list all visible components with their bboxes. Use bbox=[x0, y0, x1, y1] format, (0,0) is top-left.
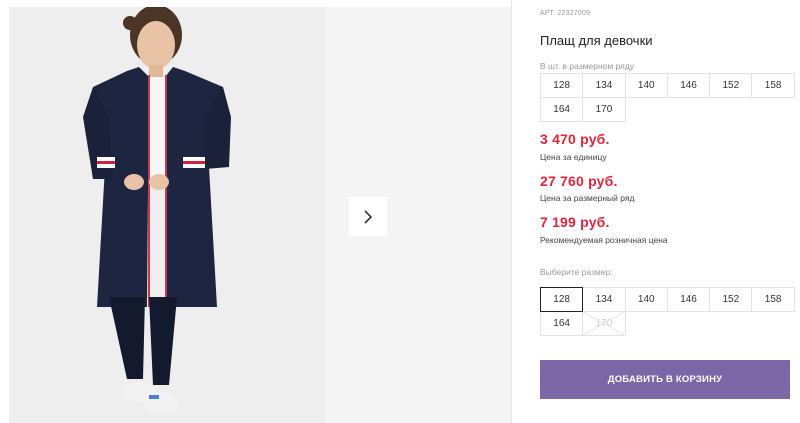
unit-price: 3 470 руб. bbox=[540, 131, 610, 147]
product-photo[interactable] bbox=[9, 7, 325, 423]
size-select-grid: 128 134 140 146 152 158 164 170 bbox=[540, 287, 795, 336]
chevron-right-icon bbox=[364, 209, 373, 224]
size-option-unavailable: 170 bbox=[582, 311, 626, 336]
size-select-label: Выберите размер: bbox=[540, 267, 613, 277]
size-option[interactable]: 140 bbox=[624, 287, 668, 312]
pack-size-cell: 170 bbox=[582, 97, 626, 122]
pack-sizes-label: В шт. в размерном ряду bbox=[540, 61, 635, 71]
pack-price-label: Цена за размерный ряд bbox=[540, 193, 635, 203]
product-title: Плащ для девочки bbox=[540, 33, 653, 48]
size-option[interactable]: 134 bbox=[582, 287, 626, 312]
size-option[interactable]: 164 bbox=[540, 311, 584, 336]
add-to-cart-button[interactable]: ДОБАВИТЬ В КОРЗИНУ bbox=[540, 360, 790, 399]
retail-price: 7 199 руб. bbox=[540, 214, 610, 230]
size-option[interactable]: 146 bbox=[666, 287, 711, 312]
pack-size-cell: 128 bbox=[540, 73, 584, 98]
pack-size-cell: 158 bbox=[751, 73, 795, 98]
pack-price: 27 760 руб. bbox=[540, 173, 618, 189]
retail-price-label: Рекомендуемая розничная цена bbox=[540, 235, 668, 245]
size-option[interactable]: 158 bbox=[751, 287, 795, 312]
unit-price-label: Цена за единицу bbox=[540, 152, 607, 162]
pack-size-cell: 164 bbox=[540, 97, 584, 122]
pack-size-grid: 128 134 140 146 152 158 164 170 bbox=[540, 73, 795, 122]
pack-size-cell: 146 bbox=[666, 73, 711, 98]
pack-size-cell: 140 bbox=[624, 73, 668, 98]
column-divider bbox=[511, 0, 512, 423]
size-option-selected[interactable]: 128 bbox=[540, 287, 584, 312]
size-option[interactable]: 152 bbox=[709, 287, 753, 312]
pack-size-cell: 152 bbox=[709, 73, 753, 98]
product-page: АРТ. 22327009 Плащ для девочки В шт. в р… bbox=[0, 0, 800, 423]
article-number: АРТ. 22327009 bbox=[540, 10, 591, 17]
girl-in-coat-image bbox=[9, 7, 325, 423]
gallery-next-button[interactable] bbox=[349, 197, 387, 236]
pack-size-cell: 134 bbox=[582, 73, 626, 98]
crossed-out-icon bbox=[583, 312, 625, 335]
